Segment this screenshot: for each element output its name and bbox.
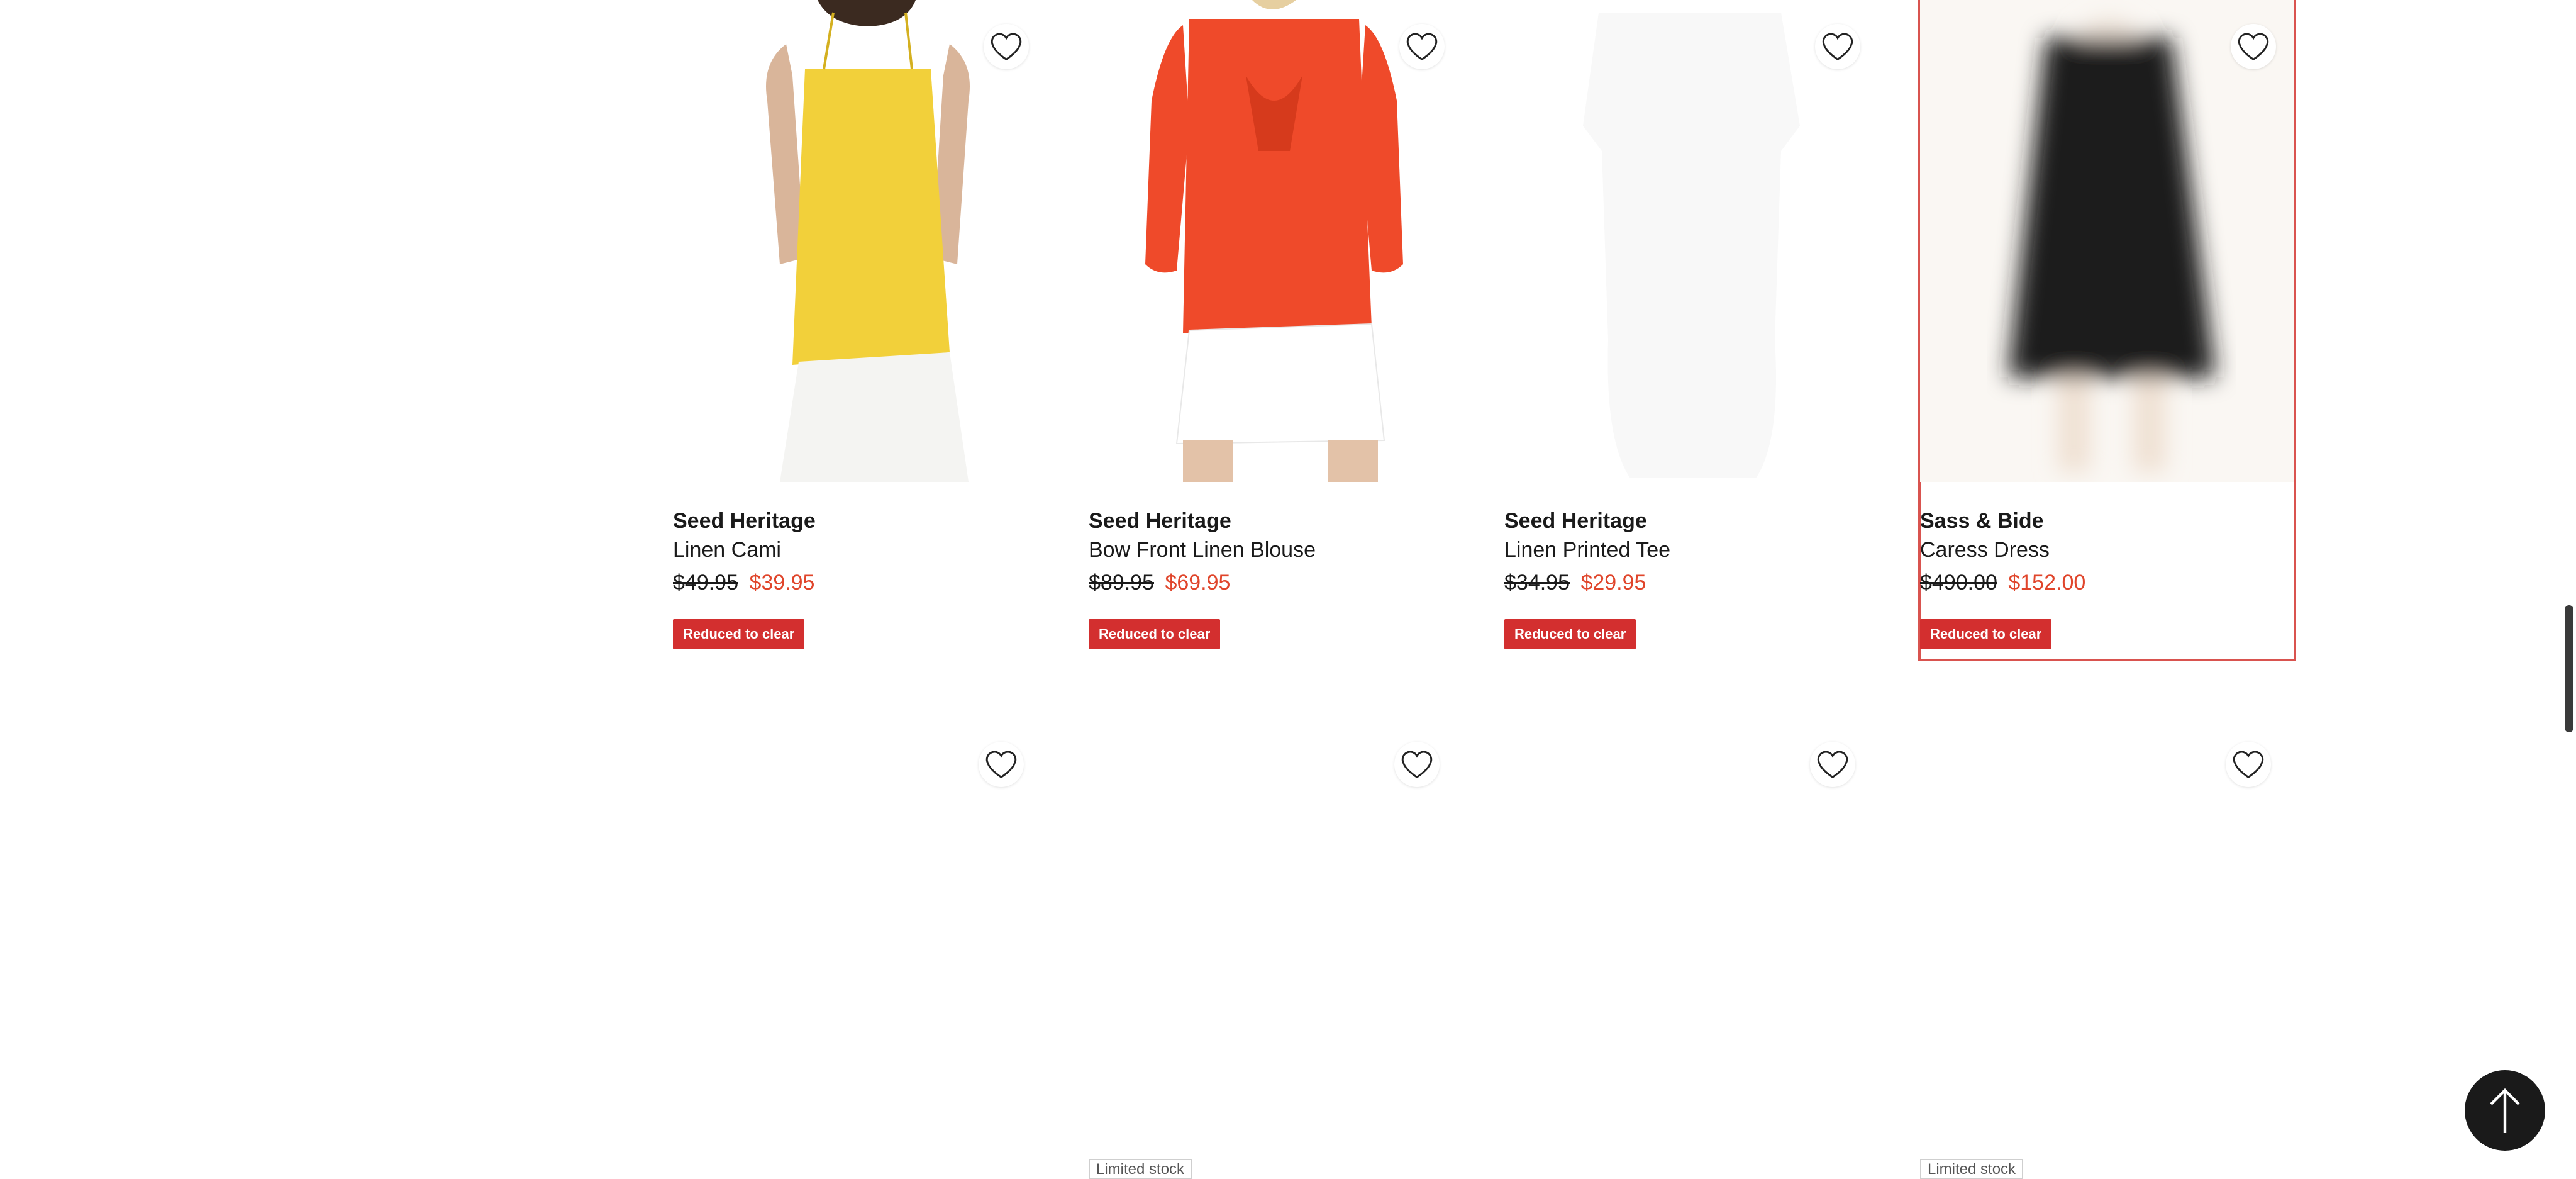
sale-price: $39.95 <box>749 571 815 595</box>
product-brand[interactable]: Seed Heritage <box>673 508 816 534</box>
product-image[interactable] <box>1920 0 2294 482</box>
product-prices: $89.95 $69.95 <box>1089 570 1230 595</box>
product-prices: $49.95 $39.95 <box>673 570 814 595</box>
scrollbar-track[interactable] <box>2558 0 2576 1171</box>
favourite-heart-icon[interactable] <box>1399 24 1445 69</box>
original-price: $34.95 <box>1504 571 1570 595</box>
product-name[interactable]: Linen Cami <box>673 537 781 562</box>
product-brand[interactable]: Sass & Bide <box>1920 508 2044 534</box>
favourite-heart-icon[interactable] <box>1810 742 1855 787</box>
original-price: $49.95 <box>673 571 738 595</box>
product-card[interactable]: Sass & Bide Caress Dress $490.00 $152.00… <box>1918 0 2296 661</box>
product-image[interactable] <box>673 0 1046 482</box>
product-brand[interactable]: Seed Heritage <box>1504 508 1647 534</box>
product-prices: $490.00 $152.00 <box>1920 570 2085 595</box>
product-name[interactable]: Bow Front Linen Blouse <box>1089 537 1316 562</box>
sale-price: $152.00 <box>2008 571 2086 595</box>
favourite-heart-icon[interactable] <box>2231 24 2276 69</box>
favourite-heart-icon[interactable] <box>979 742 1024 787</box>
arrow-up-icon <box>2490 1088 2520 1133</box>
reduced-badge: Reduced to clear <box>1089 619 1221 649</box>
favourite-heart-icon[interactable] <box>1815 24 1860 69</box>
product-grid: Seed Heritage Linen Cami $49.95 $39.95 R… <box>0 0 2576 1179</box>
product-image[interactable] <box>1504 0 1878 482</box>
scrollbar-thumb[interactable] <box>2565 605 2573 732</box>
product-name[interactable]: Linen Printed Tee <box>1504 537 1670 562</box>
product-prices: $34.95 $29.95 <box>1504 570 1646 595</box>
back-to-top-button[interactable] <box>2465 1070 2545 1151</box>
sale-price: $69.95 <box>1165 571 1231 595</box>
original-price: $89.95 <box>1089 571 1154 595</box>
original-price: $490.00 <box>1920 571 1997 595</box>
reduced-badge: Reduced to clear <box>1920 619 2052 649</box>
product-image[interactable] <box>1089 0 1462 482</box>
favourite-heart-icon[interactable] <box>984 24 1029 69</box>
product-brand[interactable]: Seed Heritage <box>1089 508 1231 534</box>
product-card[interactable]: Seed Heritage Bow Front Linen Blouse $89… <box>1089 0 1462 659</box>
favourite-heart-icon[interactable] <box>2226 742 2271 787</box>
reduced-badge: Reduced to clear <box>1504 619 1636 649</box>
product-card[interactable]: Seed Heritage Linen Printed Tee $34.95 $… <box>1504 0 1878 659</box>
favourite-heart-icon[interactable] <box>1394 742 1440 787</box>
sale-price: $29.95 <box>1580 571 1646 595</box>
product-name[interactable]: Caress Dress <box>1920 537 2050 562</box>
reduced-badge: Reduced to clear <box>673 619 805 649</box>
limited-stock-badge: Limited stock <box>1089 1159 1192 1179</box>
product-card[interactable]: Seed Heritage Linen Cami $49.95 $39.95 R… <box>673 0 1046 659</box>
limited-stock-badge: Limited stock <box>1920 1159 2024 1179</box>
